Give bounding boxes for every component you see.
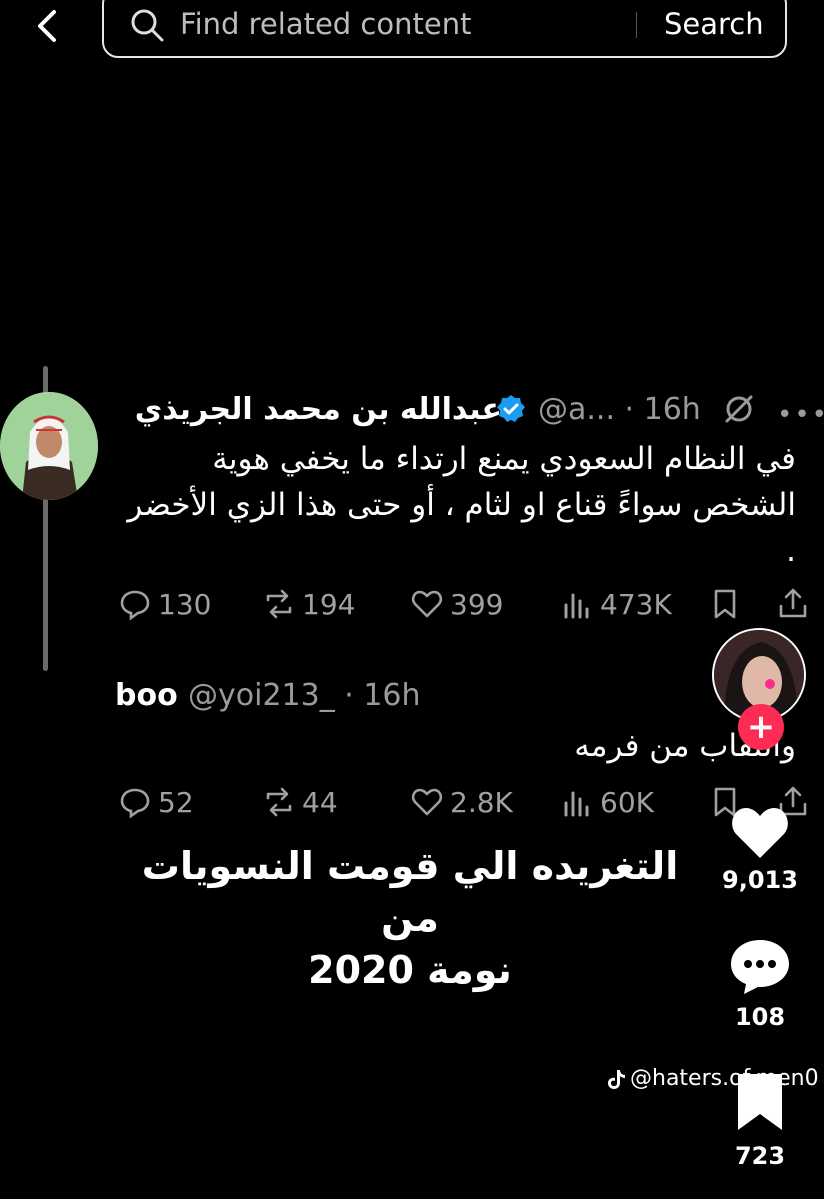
follow-button[interactable]: +: [738, 704, 784, 750]
like-video-button[interactable]: [728, 800, 792, 868]
tiktok-logo-icon: [608, 1069, 625, 1089]
repost-count: 194: [302, 587, 356, 621]
views-count: 60K: [600, 785, 654, 819]
views-icon: [564, 593, 589, 619]
search-divider: [636, 12, 637, 38]
tweet-author-name[interactable]: عبدالله بن محمد الجريذي: [135, 390, 502, 430]
bookmark-button[interactable]: [708, 587, 742, 625]
search-input[interactable]: Find related content: [180, 4, 471, 44]
reply-count: 130: [158, 587, 212, 621]
like-icon: [411, 788, 443, 816]
video-comment-count: 108: [734, 1003, 786, 1031]
share-icon: [779, 588, 807, 618]
views-action[interactable]: 473K: [560, 584, 672, 624]
video-caption: التغريده الي قومت النسويات من نومة 2020: [110, 840, 710, 996]
like-icon: [411, 590, 443, 618]
search-icon: [128, 6, 166, 44]
views-count: 473K: [600, 587, 672, 621]
verified-badge-icon: [496, 394, 526, 424]
reply-action[interactable]: 52: [118, 782, 194, 822]
like-count: 2.8K: [450, 785, 513, 819]
back-arrow-icon: [38, 10, 56, 42]
bookmark-icon: [714, 589, 736, 619]
tweet-text: في النظام السعودي يمنع ارتداء ما يخفي هو…: [96, 436, 796, 574]
back-button[interactable]: [28, 6, 68, 46]
reply-author-name[interactable]: boo: [115, 676, 178, 716]
like-action[interactable]: 399: [410, 584, 503, 624]
comments-button[interactable]: [728, 934, 792, 1002]
tiktok-watermark: @haters.of.men0: [606, 1066, 819, 1091]
repost-count: 44: [302, 785, 338, 819]
comment-icon: [731, 940, 789, 994]
caption-line: نومة 2020: [308, 948, 512, 992]
video-like-count: 9,013: [722, 866, 798, 894]
tweet-text-line: الشخص سواءً قناع او لثام ، أو حتى هذا ال…: [127, 487, 796, 523]
repost-action[interactable]: 194: [262, 584, 355, 624]
reply-action[interactable]: 130: [118, 584, 211, 624]
like-action[interactable]: 2.8K: [410, 782, 513, 822]
repost-icon: [266, 787, 292, 817]
heart-icon: [732, 808, 788, 858]
avatar[interactable]: [0, 392, 98, 500]
views-action[interactable]: 60K: [560, 782, 654, 822]
repost-action[interactable]: 44: [262, 782, 338, 822]
tweet-text-line: .: [786, 533, 796, 569]
search-button[interactable]: Search: [664, 4, 764, 44]
watermark-handle: @haters.of.men0: [630, 1066, 819, 1091]
reply-icon: [120, 788, 150, 819]
reply-icon: [120, 590, 150, 621]
like-count: 399: [450, 587, 504, 621]
reply-handle[interactable]: @yoi213_ · 16h: [188, 676, 421, 716]
caption-line: التغريده الي قومت النسويات من: [141, 844, 679, 940]
video-save-count: 723: [734, 1142, 786, 1170]
repost-icon: [266, 589, 292, 619]
reply-count: 52: [158, 785, 194, 819]
more-options-icon[interactable]: •••: [777, 400, 824, 430]
tweet-handle[interactable]: @a... · 16h: [538, 390, 701, 430]
views-icon: [564, 791, 589, 817]
tweet-text-line: في النظام السعودي يمنع ارتداء ما يخفي هو…: [212, 441, 796, 477]
share-button[interactable]: [776, 586, 810, 624]
grok-icon[interactable]: [722, 392, 756, 426]
